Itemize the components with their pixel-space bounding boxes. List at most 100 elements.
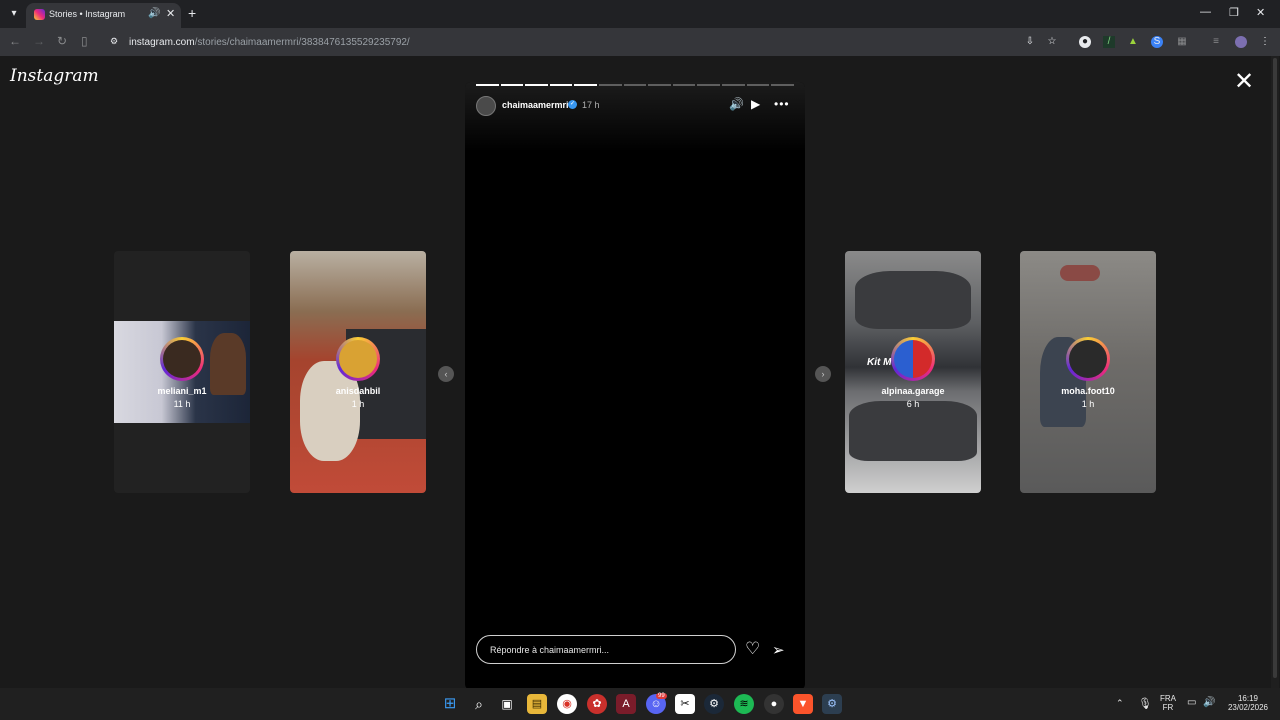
story-header-gradient <box>465 82 805 152</box>
tray-overflow-chevron-icon[interactable]: ⌃ <box>1116 698 1124 709</box>
tab-audio-icon[interactable]: 🔊 <box>148 8 160 19</box>
progress-segment <box>746 84 770 86</box>
previous-story-chevron-icon[interactable]: ‹ <box>438 366 454 382</box>
brave-icon[interactable]: ▼ <box>793 694 813 714</box>
story-preview-meliani[interactable]: meliani_m1 11 h <box>114 251 250 493</box>
extension-3-icon[interactable]: ▲ <box>1127 36 1139 48</box>
reply-input[interactable]: Répondre à chaimaamermri... <box>476 635 736 664</box>
avatar-ring <box>160 337 204 381</box>
next-story-chevron-icon[interactable]: › <box>815 366 831 382</box>
extension-4-icon[interactable]: S <box>1151 36 1163 48</box>
back-icon[interactable]: ← <box>9 34 21 48</box>
side-panel-icon[interactable]: ▯ <box>81 34 88 48</box>
close-icon[interactable]: ✕ <box>1234 70 1254 94</box>
progress-segment <box>476 84 499 86</box>
preview-graffiti <box>1060 265 1100 281</box>
windows-taskbar: ⊞ ⌕ ▣ ▤ ◉ ✿ A ☺ 99 ✂ ⚙ ≋ ● ▼ ⚙ ⌃ 🎙 FRA F… <box>0 688 1280 720</box>
progress-segment <box>672 84 696 86</box>
more-options-icon[interactable]: ••• <box>774 97 790 111</box>
restore-window-icon[interactable]: ❐ <box>1229 6 1239 19</box>
install-app-icon[interactable]: ⇩ <box>1024 36 1036 48</box>
clock-date: 23/02/2026 <box>1227 703 1269 712</box>
mute-icon[interactable]: 🔊 <box>729 97 744 111</box>
progress-segment <box>574 84 598 86</box>
search-icon[interactable]: ⌕ <box>469 694 489 714</box>
progress-segment <box>623 84 647 86</box>
avatar <box>894 340 932 378</box>
play-icon[interactable]: ▶ <box>751 97 760 111</box>
preview-time: 1 h <box>1081 399 1095 409</box>
preview-username: meliani_m1 <box>157 386 207 396</box>
active-story[interactable]: chaimaamermri ✓ 17 h 🔊 ▶ ••• Répondre à … <box>465 82 805 690</box>
volume-icon[interactable]: 🔊 <box>1203 697 1215 708</box>
extensions-puzzle-icon[interactable]: ▦ <box>1176 36 1188 48</box>
settings-app-icon[interactable]: ⚙ <box>822 694 842 714</box>
extension-2-icon[interactable]: / <box>1103 36 1115 48</box>
page-scrollbar-thumb[interactable] <box>1273 58 1277 678</box>
site-info-icon[interactable]: ⚙ <box>110 36 121 47</box>
steam-icon[interactable]: ⚙ <box>704 694 724 714</box>
story-author-avatar[interactable] <box>476 96 496 116</box>
preview-username: anisdahbil <box>335 386 381 396</box>
profile-avatar[interactable] <box>1235 36 1247 48</box>
progress-segment <box>599 84 622 86</box>
tab-title: Stories • Instagram <box>49 9 126 19</box>
verified-badge-icon: ✓ <box>568 100 577 109</box>
tab-close-icon[interactable]: ✕ <box>166 7 175 20</box>
preview-time: 11 h <box>173 399 191 409</box>
avatar <box>163 340 201 378</box>
story-time: 17 h <box>582 100 600 110</box>
instagram-logo[interactable]: Instagram <box>10 66 99 86</box>
avatar <box>339 340 377 378</box>
reload-icon[interactable]: ↻ <box>57 34 67 48</box>
microphone-icon[interactable]: 🎙 <box>1138 697 1152 710</box>
progress-segment <box>648 84 671 86</box>
preview-car-top <box>855 271 971 329</box>
file-explorer-icon[interactable]: ▤ <box>527 694 547 714</box>
story-username[interactable]: chaimaamermri <box>502 100 569 110</box>
browser-tabbar: ▾ Stories • Instagram 🔊 ✕ + — ❐ ✕ <box>0 0 1280 28</box>
app-a-icon[interactable]: A <box>616 694 636 714</box>
language-code: FRA <box>1160 694 1176 703</box>
chrome-icon[interactable]: ◉ <box>557 694 577 714</box>
windows-start-icon[interactable]: ⊞ <box>440 694 460 714</box>
minimize-window-icon[interactable]: — <box>1200 6 1211 18</box>
progress-segment <box>525 84 548 86</box>
clock[interactable]: 16:19 23/02/2026 <box>1226 694 1270 712</box>
discord-badge: 99 <box>656 693 667 699</box>
preview-time: 6 h <box>906 399 920 409</box>
preview-username: moha.foot10 <box>1061 386 1115 396</box>
stories-page: Instagram ✕ meliani_m1 11 h anisdahbil 1… <box>0 56 1280 690</box>
browser-menu-icon[interactable]: ⋮ <box>1259 36 1271 48</box>
new-tab-button[interactable]: + <box>188 5 196 21</box>
story-preview-moha[interactable]: moha.foot10 1 h <box>1020 251 1156 493</box>
browser-tab-instagram[interactable]: Stories • Instagram 🔊 ✕ <box>26 3 181 28</box>
app-notification-icon[interactable]: ● <box>764 694 784 714</box>
instagram-favicon-icon <box>34 9 45 20</box>
bookmark-star-icon[interactable]: ☆ <box>1046 36 1058 48</box>
extension-1-icon[interactable]: ● <box>1079 36 1091 48</box>
progress-segment <box>549 84 573 86</box>
network-icon[interactable]: ▭ <box>1187 697 1196 708</box>
url-text[interactable]: instagram.com/stories/chaimaamermri/3838… <box>129 37 410 48</box>
tab-search-chevron-icon[interactable]: ▾ <box>6 6 22 22</box>
reply-placeholder: Répondre à chaimaamermri... <box>490 645 610 655</box>
like-heart-icon[interactable]: ♡ <box>745 639 760 659</box>
spotify-icon[interactable]: ≋ <box>734 694 754 714</box>
task-view-icon[interactable]: ▣ <box>497 694 517 714</box>
close-window-icon[interactable]: ✕ <box>1256 6 1265 19</box>
app-red-circle-icon[interactable]: ✿ <box>587 694 607 714</box>
address-bar[interactable]: ⚙ instagram.com/stories/chaimaamermri/38… <box>104 31 1064 53</box>
preview-overlay-text: Kit M <box>867 357 892 368</box>
language-indicator[interactable]: FRA FR <box>1160 694 1176 712</box>
share-send-icon[interactable]: ➢ <box>772 641 785 659</box>
reading-list-icon[interactable]: ≡ <box>1210 36 1222 48</box>
story-preview-alpinaa[interactable]: Kit M alpinaa.garage 6 h <box>845 251 981 493</box>
forward-icon[interactable]: → <box>33 34 45 48</box>
capcut-icon[interactable]: ✂ <box>675 694 695 714</box>
clock-time: 16:19 <box>1237 694 1259 703</box>
story-progress-bar <box>476 84 794 86</box>
avatar <box>1069 340 1107 378</box>
avatar-ring <box>891 337 935 381</box>
story-preview-anisdahbil[interactable]: anisdahbil 1 h <box>290 251 426 493</box>
